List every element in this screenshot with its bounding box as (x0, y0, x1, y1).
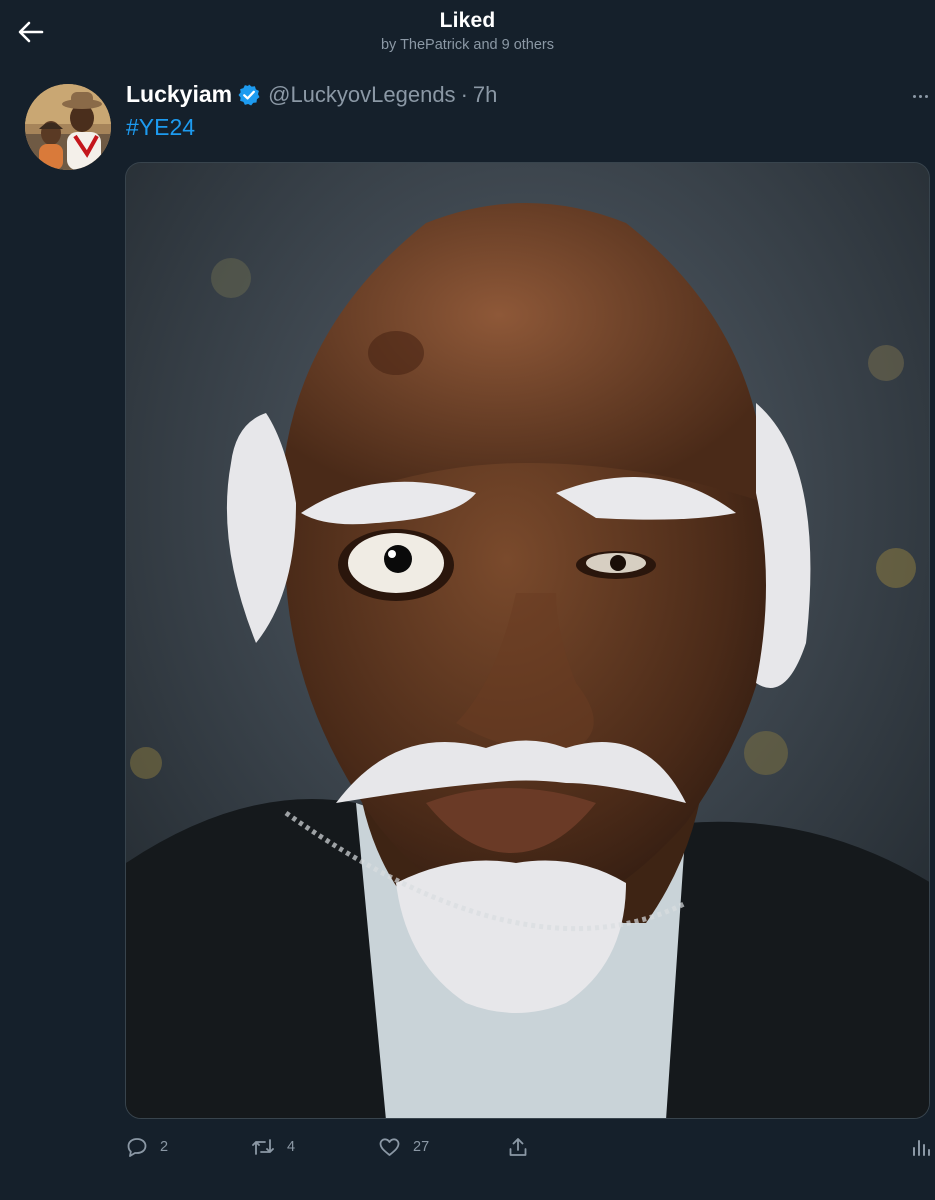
heart-icon (379, 1138, 400, 1156)
like-button[interactable]: 27 (378, 1132, 429, 1162)
user-handle[interactable]: @LuckyovLegends (268, 82, 455, 108)
liked-by-subtitle[interactable]: by ThePatrick and 9 others (0, 37, 935, 53)
analytics-button[interactable] (911, 1132, 931, 1162)
retweet-icon (252, 1139, 274, 1155)
display-name[interactable]: Luckyiam (126, 81, 232, 108)
page-title: Liked (439, 9, 496, 32)
like-count: 27 (413, 1139, 430, 1155)
top-bar: Liked by ThePatrick and 9 others (0, 0, 935, 62)
retweet-button[interactable]: 4 (251, 1132, 295, 1162)
reply-icon (127, 1138, 147, 1157)
share-icon (509, 1138, 527, 1156)
analytics-icon (913, 1140, 930, 1156)
avatar[interactable] (25, 84, 111, 170)
reply-button[interactable]: 2 (126, 1132, 168, 1162)
tweet[interactable]: Luckyiam @LuckyovLegends · 7h #YE24 2 4 … (0, 62, 935, 1200)
retweet-count: 4 (287, 1139, 296, 1155)
more-options-button[interactable] (913, 88, 935, 104)
tweet-photo[interactable] (125, 162, 930, 1119)
separator-dot: · (460, 81, 468, 107)
verified-badge-icon (237, 83, 261, 107)
tweet-timestamp[interactable]: 7h (473, 82, 497, 108)
more-dots-icon (913, 94, 916, 98)
tweet-header: Luckyiam @LuckyovLegends · 7h (126, 81, 497, 108)
share-button[interactable] (507, 1132, 529, 1162)
reply-count: 2 (160, 1139, 169, 1155)
tweet-actions: 2 4 27 (0, 1132, 935, 1162)
hashtag-link[interactable]: #YE24 (126, 114, 195, 141)
